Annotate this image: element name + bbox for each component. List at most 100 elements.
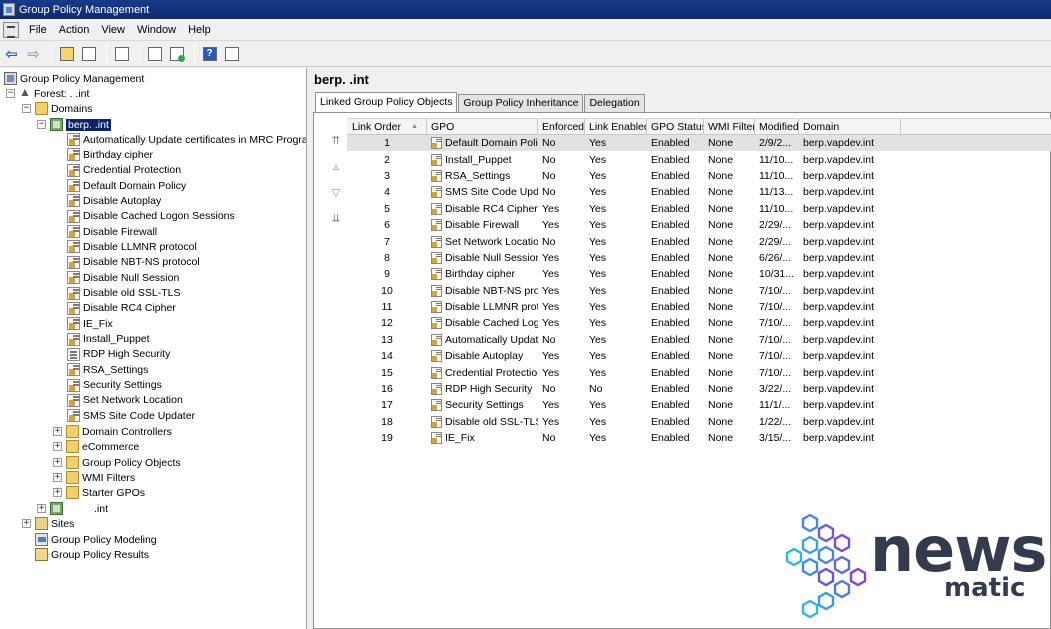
gpo-link-icon — [431, 169, 442, 182]
tree-node-gpo-link[interactable]: Disable LLMNR protocol — [67, 239, 197, 254]
up-folder-icon[interactable] — [57, 45, 76, 64]
collapse-icon[interactable]: − — [6, 89, 15, 98]
collapse-icon[interactable]: − — [37, 120, 46, 129]
enforced-cell: Yes — [542, 251, 560, 264]
table-row[interactable]: 1 Default Domain Policy No Yes Enabled None 2/… — [347, 135, 1051, 152]
tree-node-domains[interactable]: − Domains — [22, 101, 92, 116]
enforced-cell: Yes — [542, 284, 560, 297]
copy-icon[interactable] — [112, 45, 131, 64]
move-to-bottom-icon[interactable]: ⇊ — [328, 211, 344, 227]
tree-node-gpo-link[interactable]: Disable Autoplay — [67, 193, 161, 208]
tree-node-gpo-link[interactable]: IE_Fix — [67, 316, 113, 331]
tree-node-other-domain[interactable]: + .int — [37, 501, 108, 516]
table-row[interactable]: 17 Security Settings Yes Yes Enabled None 11/1… — [347, 397, 1051, 413]
tree-node-gpo-link[interactable]: Disable NBT-NS protocol — [67, 255, 200, 270]
table-row[interactable]: 6 Disable Firewall Yes Yes Enabled None 2/29/.… — [347, 217, 1051, 233]
column-header-gpo[interactable]: GPO — [427, 119, 538, 135]
table-row[interactable]: 16 RDP High Security No No Enabled None 3/22/.… — [347, 381, 1051, 397]
table-row[interactable]: 5 Disable RC4 Cipher Yes Yes Enabled None 11/1… — [347, 201, 1051, 217]
gpo-link-icon — [431, 399, 442, 412]
tree-node-gpo-link[interactable]: Birthday cipher — [67, 147, 153, 162]
gpo-status-cell: Enabled — [651, 366, 690, 379]
expand-icon[interactable]: + — [22, 519, 31, 528]
table-row[interactable]: 13 Automatically Updat... No Yes Enabled None… — [347, 332, 1051, 348]
show-hide-tree-icon[interactable] — [79, 45, 98, 64]
tree-node-gpo-link[interactable]: Credential Protection — [67, 163, 181, 178]
properties-icon[interactable] — [145, 45, 164, 64]
menu-action[interactable]: Action — [53, 20, 96, 41]
column-header-link-enabled[interactable]: Link Enabled — [585, 119, 647, 135]
table-row[interactable]: 8 Disable Null Session Yes Yes Enabled None 6/… — [347, 250, 1051, 266]
tree-node-results[interactable]: Group Policy Results — [22, 547, 149, 562]
table-row[interactable]: 7 Set Network Location No Yes Enabled None 2/2… — [347, 233, 1051, 249]
menu-window[interactable]: Window — [131, 20, 182, 41]
column-header-gpo-status[interactable]: GPO Status — [647, 119, 704, 135]
refresh-icon[interactable] — [167, 45, 186, 64]
tab-delegation[interactable]: Delegation — [584, 94, 645, 112]
tree-node-gpo-link[interactable]: Disable Null Session — [67, 270, 179, 285]
tree-node-starter-gpos[interactable]: + Starter GPOs — [53, 485, 145, 500]
table-row[interactable]: 18 Disable old SSL-TLS Yes Yes Enabled None 1/… — [347, 414, 1051, 430]
menu-help[interactable]: Help — [182, 20, 217, 41]
column-header-modified[interactable]: Modified — [755, 119, 799, 135]
tree-node-gpo-link[interactable]: Security Settings — [67, 378, 162, 393]
console-menu-icon[interactable] — [3, 22, 19, 38]
tree-node-gpo-link[interactable]: Disable Cached Logon Sessions — [67, 209, 235, 224]
table-row[interactable]: 10 Disable NBT-NS pro... Yes Yes Enabled None… — [347, 283, 1051, 299]
menu-view[interactable]: View — [95, 20, 131, 41]
tree-node-gpo-link[interactable]: Disable RC4 Cipher — [67, 301, 176, 316]
table-row[interactable]: 15 Credential Protection Yes Yes Enabled None… — [347, 364, 1051, 380]
show-action-pane-icon[interactable] — [222, 45, 241, 64]
help-icon[interactable]: ? — [200, 45, 219, 64]
move-to-top-icon[interactable]: ⇈ — [328, 133, 344, 149]
move-down-icon[interactable]: ▽ — [328, 185, 344, 201]
tree-node-gpo-link[interactable]: RSA_Settings — [67, 362, 148, 377]
tree-node-gpo-link[interactable]: Set Network Location — [67, 393, 183, 408]
tree-node-gpo-link[interactable]: Automatically Update certificates in MRC… — [67, 132, 306, 147]
tree-node-gpo-link[interactable]: Disable old SSL-TLS — [67, 286, 180, 301]
tree-node-selected-domain[interactable]: − berp. .int — [37, 117, 111, 132]
tab-gp-inheritance[interactable]: Group Policy Inheritance — [458, 94, 584, 112]
move-up-icon[interactable]: ▵ — [328, 159, 344, 175]
tree-node-group-policy-objects[interactable]: + Group Policy Objects — [53, 455, 181, 470]
tree-node-gpo-link[interactable]: Default Domain Policy — [67, 178, 186, 193]
tree-node-wmi-filters[interactable]: + WMI Filters — [53, 470, 135, 485]
tree-node-sites[interactable]: + Sites — [22, 516, 74, 531]
tree-node-gpo-link[interactable]: RDP High Security — [67, 347, 170, 362]
table-row[interactable]: 9 Birthday cipher Yes Yes Enabled None 10/31..… — [347, 266, 1051, 282]
expand-icon[interactable]: + — [37, 504, 46, 513]
expand-icon[interactable]: + — [53, 473, 62, 482]
forward-arrow-icon[interactable]: ⇨ — [24, 45, 43, 64]
table-row[interactable]: 14 Disable Autoplay Yes Yes Enabled None 7/10/… — [347, 348, 1051, 364]
menu-file[interactable]: File — [23, 20, 53, 41]
tree-node-gpo-link[interactable]: Disable Firewall — [67, 224, 157, 239]
table-row[interactable]: 11 Disable LLMNR prot... Yes Yes Enabled None… — [347, 299, 1051, 315]
link-enabled-cell: Yes — [589, 251, 607, 264]
tree-node-gpo-link[interactable]: SMS Site Code Updater — [67, 408, 195, 423]
table-row[interactable]: 2 Install_Puppet No Yes Enabled None 11/10... b… — [347, 151, 1051, 167]
link-order-cell: 5 — [384, 202, 390, 215]
tree-node-domain-controllers[interactable]: + Domain Controllers — [53, 424, 172, 439]
table-row[interactable]: 19 IE_Fix No Yes Enabled None 3/15/... berp.vap… — [347, 430, 1051, 446]
expand-icon[interactable]: + — [53, 427, 62, 436]
back-arrow-icon[interactable]: ⇦ — [2, 45, 21, 64]
gpo-link-icon — [431, 333, 442, 346]
column-header-enforced[interactable]: Enforced — [538, 119, 585, 135]
tree-node-ecommerce[interactable]: + eCommerce — [53, 439, 139, 454]
tree-node-gpo-link[interactable]: Install_Puppet — [67, 332, 150, 347]
expand-icon[interactable]: + — [53, 488, 62, 497]
column-header-link-order[interactable]: Link Order ▲ — [347, 119, 427, 135]
expand-icon[interactable]: + — [53, 442, 62, 451]
expand-icon[interactable]: + — [53, 458, 62, 467]
column-header-domain[interactable]: Domain — [799, 119, 901, 135]
wmi-filter-cell: None — [708, 333, 734, 346]
tab-linked-gpos[interactable]: Linked Group Policy Objects — [315, 92, 458, 112]
gpo-name-label: RDP High Security — [445, 383, 533, 396]
table-row[interactable]: 3 RSA_Settings No Yes Enabled None 11/10... ber… — [347, 168, 1051, 184]
tree-node-forest[interactable]: − Forest: . .int — [6, 85, 89, 101]
tree-node-modeling[interactable]: Group Policy Modeling — [22, 532, 157, 547]
column-header-wmi-filter[interactable]: WMI Filter — [704, 119, 755, 135]
table-row[interactable]: 4 SMS Site Code Upd... No Yes Enabled None 11/… — [347, 184, 1051, 200]
table-row[interactable]: 12 Disable Cached Log... Yes Yes Enabled None… — [347, 315, 1051, 331]
collapse-icon[interactable]: − — [22, 104, 31, 113]
